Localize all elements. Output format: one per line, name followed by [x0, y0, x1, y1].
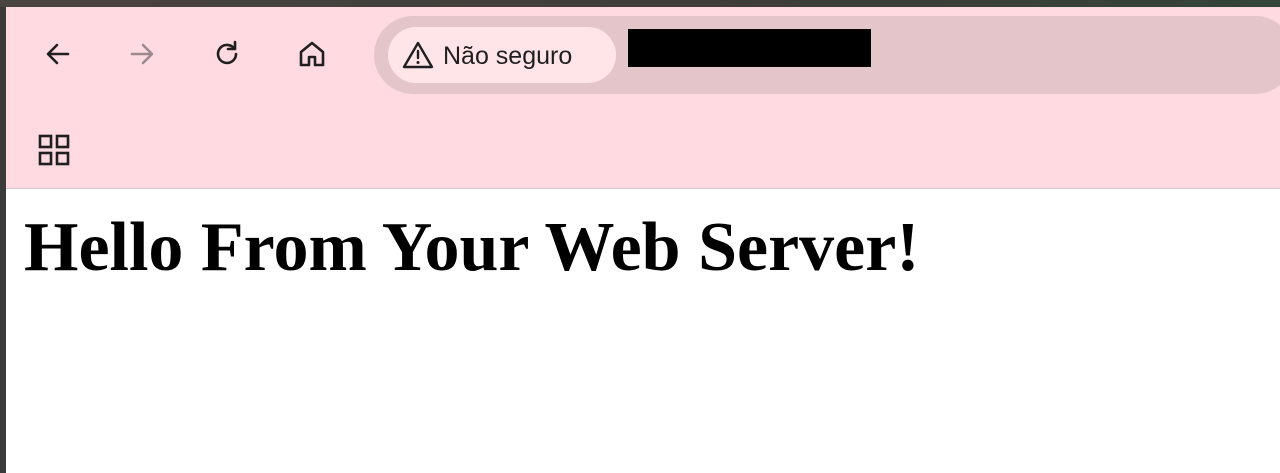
reload-icon	[216, 40, 238, 65]
security-label: Não seguro	[443, 42, 573, 70]
home-icon	[299, 41, 325, 67]
back-button[interactable]	[38, 34, 78, 74]
security-indicator[interactable]: Não seguro	[388, 27, 616, 83]
page-content: Hello From Your Web Server!	[6, 189, 1280, 473]
screen-frame: Não seguro Hello From Your Web Server!	[0, 0, 1280, 473]
home-button[interactable]	[292, 34, 332, 74]
arrow-right-icon	[130, 43, 154, 65]
reload-button[interactable]	[207, 34, 247, 74]
apps-button[interactable]	[34, 130, 74, 170]
browser-window: Não seguro Hello From Your Web Server!	[6, 7, 1280, 473]
forward-button[interactable]	[122, 34, 162, 74]
warning-icon	[402, 41, 434, 74]
page-heading: Hello From Your Web Server!	[24, 209, 920, 286]
desktop-strip	[0, 0, 1280, 7]
browser-toolbar: Não seguro	[6, 7, 1280, 101]
apps-grid-icon	[38, 134, 70, 166]
arrow-left-icon	[46, 43, 70, 65]
url-text-redacted[interactable]	[628, 29, 871, 67]
bookmarks-bar	[6, 101, 1280, 189]
